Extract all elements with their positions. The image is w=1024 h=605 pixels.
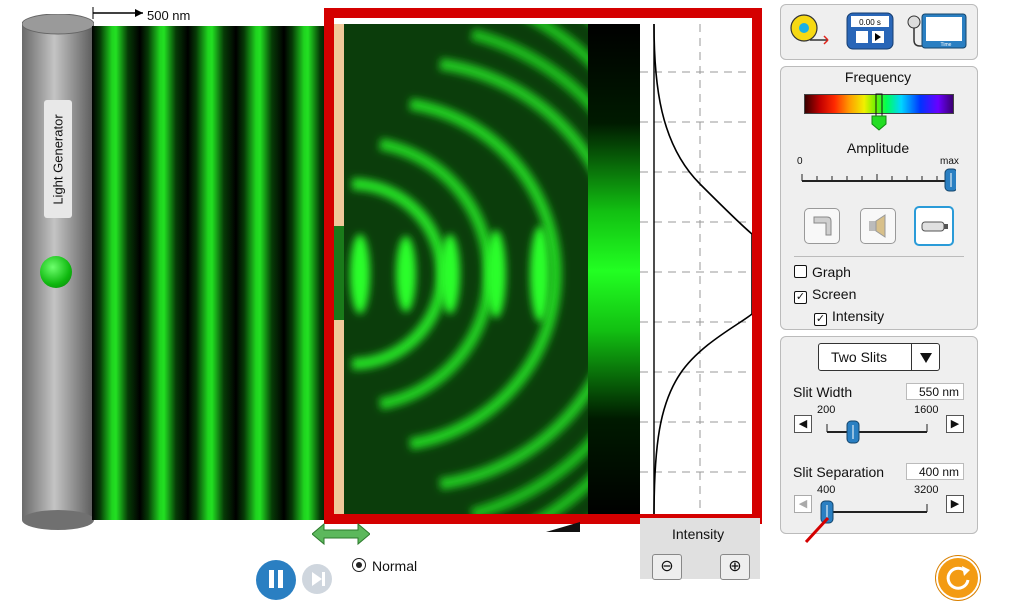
zoom-in-icon: ⊕ [728,558,742,575]
slit-separation-label: Slit Separation [793,464,885,480]
settings-divider [794,256,964,257]
slit-separation-value: 400 nm [906,463,964,480]
step-button[interactable] [302,564,332,594]
triangle-right-icon: ▶ [950,498,960,510]
voltmeter-probe-icon[interactable]: Time [904,10,968,52]
frequency-slider-thumb[interactable] [870,92,888,132]
slit-width-min-label: 200 [817,404,836,416]
slit-separation-decrease-button[interactable]: ◀ [794,495,812,513]
step-forward-icon [312,572,325,586]
speed-normal-label: Normal [372,558,418,574]
chevron-down-icon [920,353,932,363]
graph-checkbox[interactable]: Graph [794,264,851,280]
faucet-icon [813,216,832,236]
slit-width-value: 550 nm [906,383,964,400]
amplitude-label: Amplitude [846,140,910,156]
triangle-left-icon: ◀ [798,498,808,510]
intensity-label: Intensity [672,526,725,542]
intensity-checkbox-label: Intensity [832,308,885,324]
triangle-right-icon: ▶ [950,418,960,430]
slit-mode-value: Two Slits [831,349,888,365]
stopwatch-icon[interactable]: 0.00 s [846,12,894,50]
frequency-label: Frequency [844,69,912,85]
select-divider [911,344,912,370]
slit-separation-min-label: 400 [817,484,836,496]
probe-label: Time [941,42,952,48]
slit-separation-slider[interactable] [818,498,930,526]
barrier-drag-handle[interactable] [312,522,370,546]
zoom-view-frame [324,8,762,524]
light-generator-button[interactable] [40,256,72,288]
slit-width-decrease-button[interactable]: ◀ [794,415,812,433]
slit-separation-max-label: 3200 [914,484,939,496]
water-source-button[interactable] [804,208,840,244]
radio-selected-icon [352,558,366,572]
pause-icon [269,570,283,588]
screen-checkbox[interactable]: ✓ Screen [794,286,856,304]
reset-button[interactable] [936,556,980,600]
slit-mode-select[interactable]: Two Slits [818,343,940,371]
detector-handle[interactable] [546,520,580,534]
speaker-icon [869,214,886,238]
laser-icon [921,221,948,232]
slit-width-slider[interactable] [824,418,930,446]
slit-width-increase-button[interactable]: ▶ [946,415,964,433]
zoom-in-button[interactable]: ⊕ [720,554,750,580]
pointer-arrow-icon [804,516,830,544]
speed-normal-radio[interactable]: Normal [352,558,417,574]
play-pause-button[interactable] [256,560,296,600]
light-beam [92,26,328,520]
checkbox-checked-icon: ✓ [814,313,827,326]
zoom-out-button[interactable]: ⊖ [652,554,682,580]
intensity-checkbox[interactable]: ✓ Intensity [814,308,884,326]
screen-checkbox-label: Screen [812,286,857,302]
light-generator-label: Light Generator [44,100,72,218]
scale-bar [92,7,143,19]
scale-label: 500 nm [147,8,191,23]
graph-checkbox-label: Graph [812,264,851,280]
slit-separation-increase-button[interactable]: ▶ [946,495,964,513]
light-source-button[interactable] [914,206,954,246]
measuring-tape-icon[interactable] [788,12,834,50]
checkbox-checked-icon: ✓ [794,291,807,304]
zoom-out-icon: ⊖ [660,558,674,575]
triangle-left-icon: ◀ [798,418,808,430]
slit-width-label: Slit Width [793,384,853,400]
sound-source-button[interactable] [860,208,896,244]
refresh-icon [946,566,970,590]
stopwatch-readout: 0.00 s [859,18,881,27]
amplitude-slider[interactable] [800,166,956,194]
checkbox-unchecked-icon [794,265,807,278]
slit-width-max-label: 1600 [914,404,939,416]
